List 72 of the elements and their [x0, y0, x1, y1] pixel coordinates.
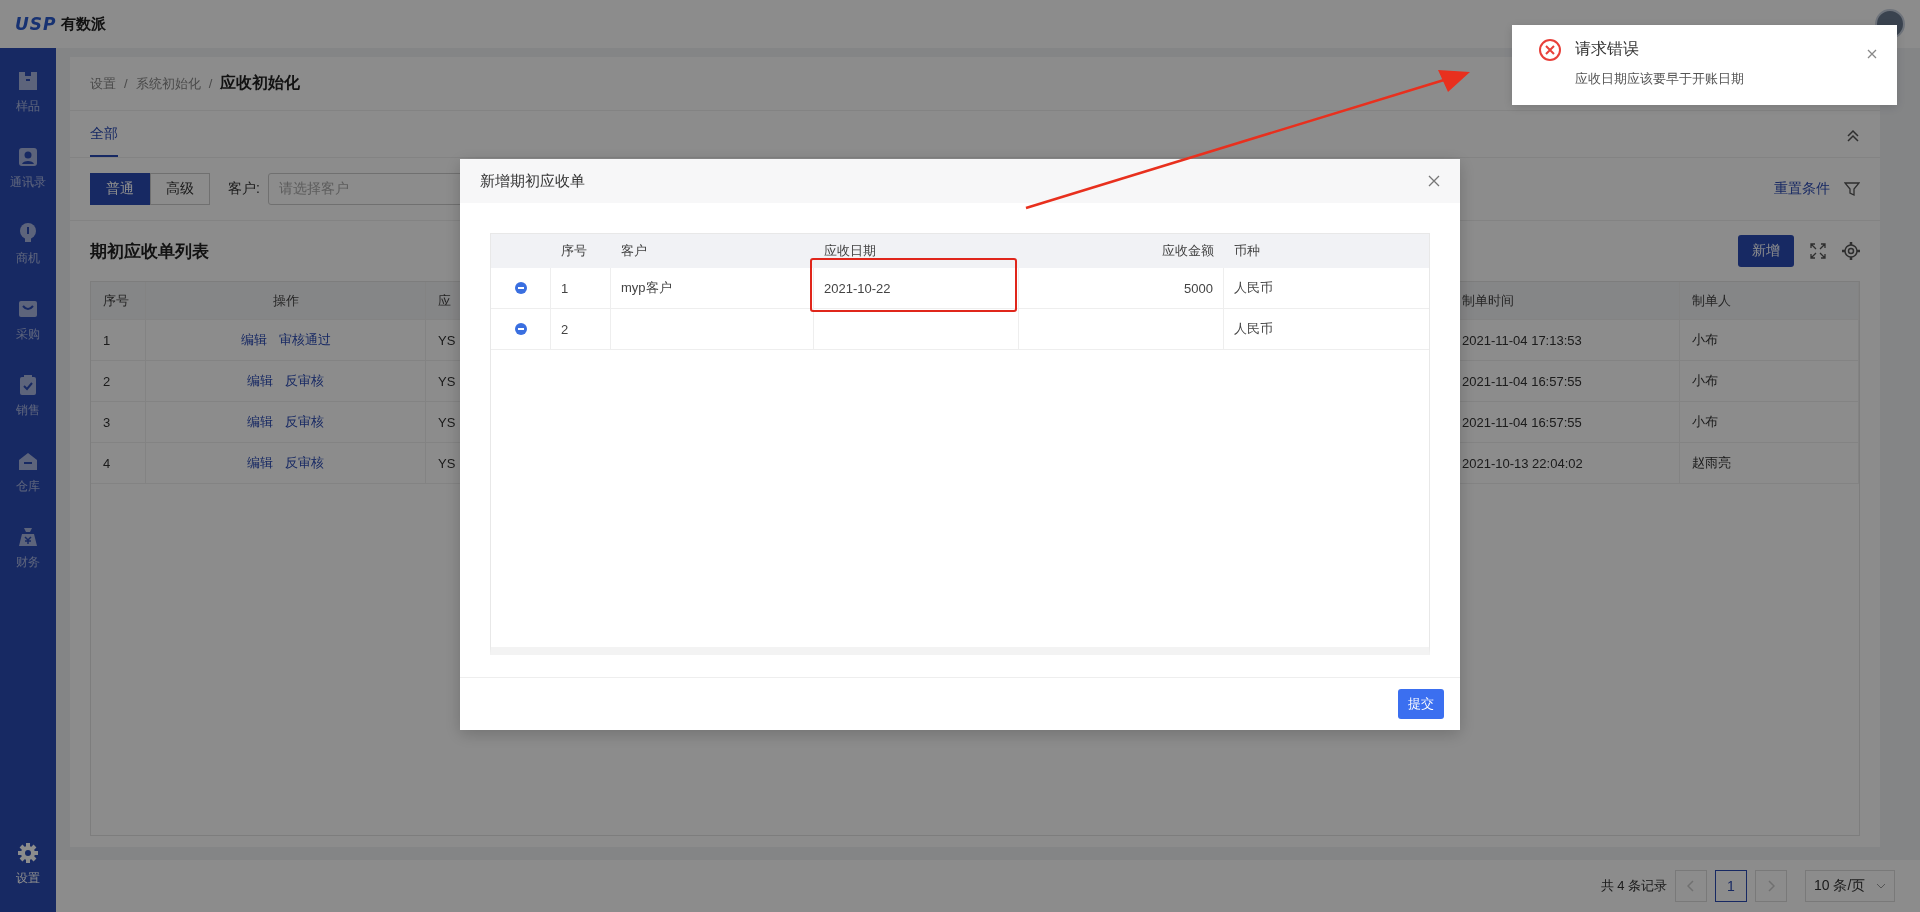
column-header: 制单人	[1680, 282, 1859, 319]
page-button[interactable]: 1	[1715, 870, 1747, 902]
table-cell: 小布	[1680, 320, 1859, 360]
breadcrumb-separator: /	[124, 76, 128, 91]
table-cell: 2	[551, 309, 611, 349]
column-header: 操作	[146, 282, 426, 319]
close-icon[interactable]	[1428, 175, 1440, 187]
field-label: 客户:	[228, 180, 260, 198]
list-title: 期初应收单列表	[90, 240, 209, 263]
chevron-left-icon	[1687, 880, 1695, 892]
action-link[interactable]: 编辑	[247, 372, 273, 390]
close-icon[interactable]	[1867, 49, 1877, 59]
fullscreen-icon[interactable]	[1810, 243, 1826, 259]
table-cell: myp客户	[611, 268, 814, 308]
column-header: 币种	[1233, 242, 1261, 260]
logo-mark: USP	[15, 14, 57, 34]
settings-icon[interactable]	[1842, 242, 1860, 260]
table-cell: 2	[91, 361, 146, 401]
toast-message: 应收日期应该要早于开账日期	[1575, 70, 1745, 88]
column-header: 应收金额	[1161, 242, 1215, 260]
submit-button[interactable]: 提交	[1398, 689, 1444, 719]
collapse-icon[interactable]	[1846, 129, 1860, 143]
reset-link[interactable]: 重置条件	[1774, 180, 1830, 198]
caret-icon	[1876, 883, 1886, 889]
sidebar-item[interactable]: 样品	[0, 70, 56, 146]
filter-icon[interactable]	[1844, 181, 1860, 197]
remove-row-icon[interactable]	[514, 282, 527, 294]
table-cell: 1	[91, 320, 146, 360]
table-cell-text: 人民币	[1233, 279, 1274, 297]
table-cell: 3	[91, 402, 146, 442]
table-cell: 5000	[1019, 268, 1224, 308]
table-cell: 1	[551, 268, 611, 308]
table-cell: 2021-10-22	[814, 268, 1019, 308]
sidebar-item[interactable]: 财务	[0, 526, 56, 602]
column-header: 序号	[91, 282, 146, 319]
action-link[interactable]: 编辑	[247, 413, 273, 431]
total-count: 共 4 条记录	[1600, 877, 1667, 895]
gear-icon	[17, 842, 39, 864]
add-button[interactable]: 新增	[1738, 235, 1794, 267]
breadcrumb-separator: /	[208, 76, 213, 91]
action-link[interactable]: 反审核	[285, 454, 324, 472]
table-cell: 赵雨亮	[1680, 443, 1859, 483]
logo-text: 有数派	[60, 14, 106, 34]
remove-row-icon[interactable]	[514, 323, 527, 335]
sidebar-item[interactable]: 采购	[0, 298, 56, 374]
table-cell: 4	[91, 443, 146, 483]
sidebar-item[interactable]: 商机	[0, 222, 56, 298]
sidebar-item[interactable]: 通讯录	[0, 146, 56, 222]
action-link[interactable]: 反审核	[285, 372, 324, 390]
error-icon	[1539, 39, 1561, 61]
table-cell-text: 人民币	[1233, 320, 1274, 338]
table-cell: 小布	[1680, 361, 1859, 401]
sidebar-item[interactable]: 设置	[0, 842, 56, 912]
table-cell: 小布	[1680, 402, 1859, 442]
page-title: 应收初始化	[220, 73, 301, 93]
action-link[interactable]: 审核通过	[278, 331, 331, 349]
action-link[interactable]: 反审核	[285, 413, 324, 431]
action-link[interactable]: 编辑	[240, 331, 267, 349]
mode-button[interactable]: 普通	[90, 173, 150, 205]
column-header: 应收日期	[823, 242, 877, 260]
breadcrumb-link[interactable]: 设置	[90, 74, 116, 93]
page-size-select[interactable]: 10 条/页	[1805, 870, 1895, 902]
column-header: 序号	[560, 242, 588, 260]
sidebar-item[interactable]: 仓库	[0, 450, 56, 526]
toast-title: 请求错误	[1575, 39, 1640, 59]
action-link[interactable]: 编辑	[247, 454, 273, 472]
column-header: 客户	[620, 242, 648, 260]
tab[interactable]: 全部	[90, 125, 118, 157]
chevron-right-icon	[1767, 880, 1775, 892]
mode-button[interactable]: 高级	[150, 173, 210, 205]
breadcrumb-link[interactable]: 系统初始化	[135, 74, 201, 93]
sidebar-item[interactable]: 销售	[0, 374, 56, 450]
